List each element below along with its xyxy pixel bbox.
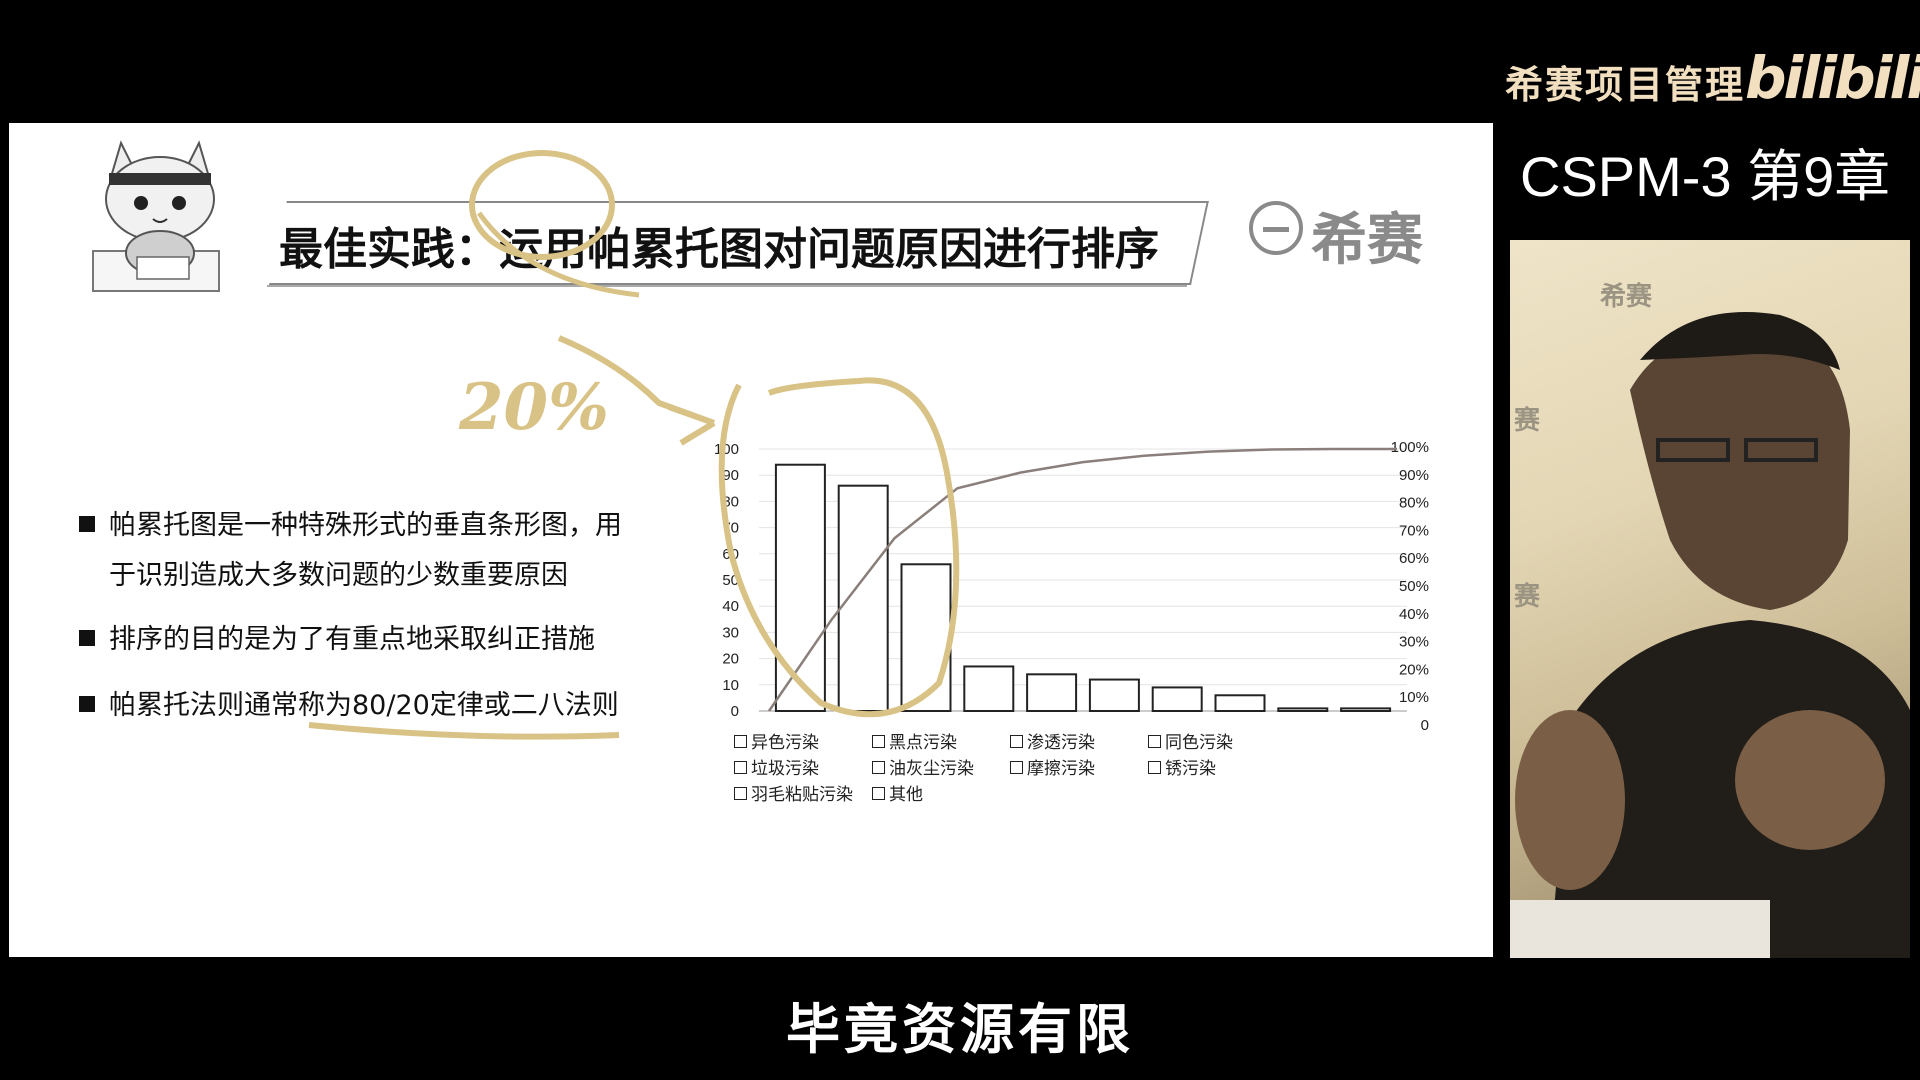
legend-item: 异色污染 (734, 728, 819, 753)
legend-swatch-icon (872, 786, 885, 800)
brand-name: 希赛项目管理 (1505, 63, 1746, 107)
bar (900, 563, 952, 712)
legend-item: 其他 (872, 780, 923, 805)
y2-tick-label: 30% (1399, 634, 1429, 651)
bar (1088, 678, 1140, 712)
y2-tick-label: 60% (1399, 550, 1429, 567)
legend-swatch-icon (1148, 760, 1161, 774)
y-tick-label: 90 (722, 467, 739, 484)
y2-tick-label: 40% (1399, 606, 1429, 623)
legend-label: 摩擦污染 (1027, 759, 1095, 779)
bar (1214, 694, 1266, 712)
bullet-square-icon (79, 515, 95, 532)
presenter-webcam: 希赛 赛 赛 (1510, 240, 1910, 958)
annotation-text: 20% (458, 370, 609, 445)
legend-item: 垃圾污染 (734, 754, 819, 779)
bullet-2-text: 排序的目的是为了有重点地采取纠正措施 (109, 624, 595, 655)
legend-label: 油灰尘污染 (889, 759, 974, 779)
bilibili-logo: bilibili (1745, 44, 1920, 112)
legend-label: 黑点污染 (889, 733, 957, 753)
legend-swatch-icon (734, 760, 747, 774)
bullet-square-icon (79, 629, 95, 646)
y2-tick-label: 100% (1391, 439, 1429, 456)
slide-title: 最佳实践：运用帕累托图对问题原因进行排序 (279, 224, 1159, 275)
y2-tick-label: 20% (1399, 661, 1429, 678)
legend-swatch-icon (1010, 760, 1023, 774)
bullet-1-line-1: 帕累托图是一种特殊形式的垂直条形图，用 (109, 510, 622, 541)
presenter-figure (1510, 312, 1910, 958)
bar (837, 484, 889, 713)
bullet-3-text: 帕累托法则通常称为80/20定律或二八法则 (109, 690, 619, 721)
y2-tick-label: 80% (1399, 495, 1429, 512)
bar (774, 463, 826, 712)
y2-tick-label: 70% (1399, 522, 1429, 539)
legend-item: 渗透污染 (1010, 728, 1095, 753)
bullet-square-icon (79, 695, 95, 712)
y-tick-label: 70 (722, 520, 739, 537)
bar (1026, 673, 1078, 713)
legend-swatch-icon (872, 760, 885, 774)
legend-swatch-icon (872, 734, 885, 748)
legend-swatch-icon (1010, 734, 1023, 748)
bar (1151, 686, 1203, 713)
bullet-1: 帕累托图是一种特殊形式的垂直条形图，用 于识别造成大多数问题的少数重要原因 (79, 501, 622, 601)
legend-item: 羽毛粘贴污染 (734, 780, 853, 805)
legend-label: 同色污染 (1165, 733, 1233, 753)
y2-tick-label: 0 (1421, 717, 1429, 734)
legend-swatch-icon (734, 786, 747, 800)
bullet-1-line-2: 于识别造成大多数问题的少数重要原因 (109, 560, 568, 591)
bar (1277, 707, 1329, 713)
y-tick-label: 60 (722, 546, 739, 563)
legend-label: 异色污染 (751, 733, 819, 753)
legend-swatch-icon (734, 734, 747, 748)
y2-tick-label: 10% (1399, 689, 1429, 706)
legend-item: 同色污染 (1148, 728, 1233, 753)
legend-label: 锈污染 (1165, 759, 1216, 779)
y2-tick-label: 90% (1399, 467, 1429, 484)
y-tick-label: 100 (714, 441, 739, 458)
legend-item: 油灰尘污染 (872, 754, 974, 779)
legend-swatch-icon (1148, 734, 1161, 748)
slide-logo-text: 希赛 (1311, 208, 1423, 273)
bullet-2: 排序的目的是为了有重点地采取纠正措施 (79, 615, 595, 665)
y-tick-label: 50 (722, 572, 739, 589)
y-tick-label: 20 (722, 651, 739, 668)
bullet-3: 帕累托法则通常称为80/20定律或二八法则 (79, 681, 619, 731)
legend-label: 垃圾污染 (751, 759, 819, 779)
legend-label: 羽毛粘贴污染 (751, 785, 853, 805)
title-band: 最佳实践：运用帕累托图对问题原因进行排序 (89, 189, 1219, 291)
y-tick-label: 40 (722, 598, 739, 615)
video-subtitle: 毕竟资源有限 (786, 998, 1134, 1061)
legend-item: 摩擦污染 (1010, 754, 1095, 779)
legend-item: 黑点污染 (872, 728, 957, 753)
chapter-title: CSPM-3 第9章 (1520, 145, 1891, 208)
y-tick-label: 80 (722, 493, 739, 510)
slide-panel: 最佳实践：运用帕累托图对问题原因进行排序 希赛 帕累托图是一种特殊形式的垂直条形… (9, 123, 1493, 957)
y2-tick-label: 50% (1399, 578, 1429, 595)
legend-label: 其他 (889, 785, 923, 805)
bar (963, 665, 1015, 712)
brand-header: 希赛项目管理 bilibili (1505, 44, 1920, 112)
legend-label: 渗透污染 (1027, 733, 1095, 753)
legend-item: 锈污染 (1148, 754, 1216, 779)
xisai-mark-icon (1249, 201, 1303, 255)
chart-legend: 异色污染 黑点污染 渗透污染 同色污染垃圾污染 油灰尘污染 摩擦污染 锈污染羽毛粘贴污染 其他 (734, 728, 1294, 828)
y-tick-label: 0 (731, 703, 739, 720)
slide-logo: 希赛 (1249, 195, 1449, 273)
bar (1340, 707, 1392, 713)
y-tick-label: 30 (722, 624, 739, 641)
y-tick-label: 10 (722, 677, 739, 694)
